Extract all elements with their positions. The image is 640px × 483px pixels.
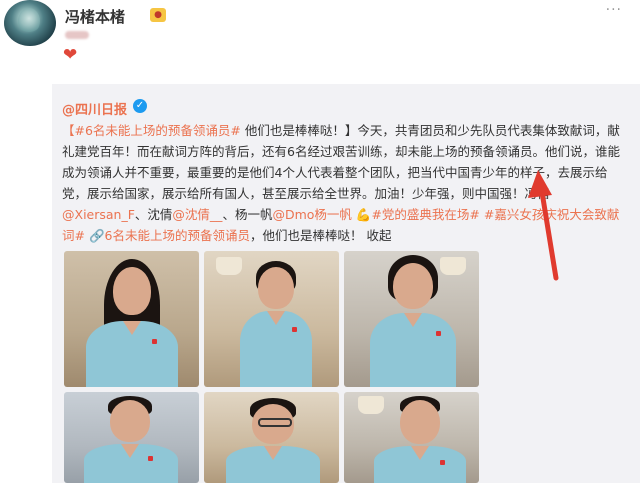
arrow-shaft — [538, 183, 559, 281]
annotation-arrow — [528, 170, 559, 281]
arrow-head — [528, 170, 552, 198]
